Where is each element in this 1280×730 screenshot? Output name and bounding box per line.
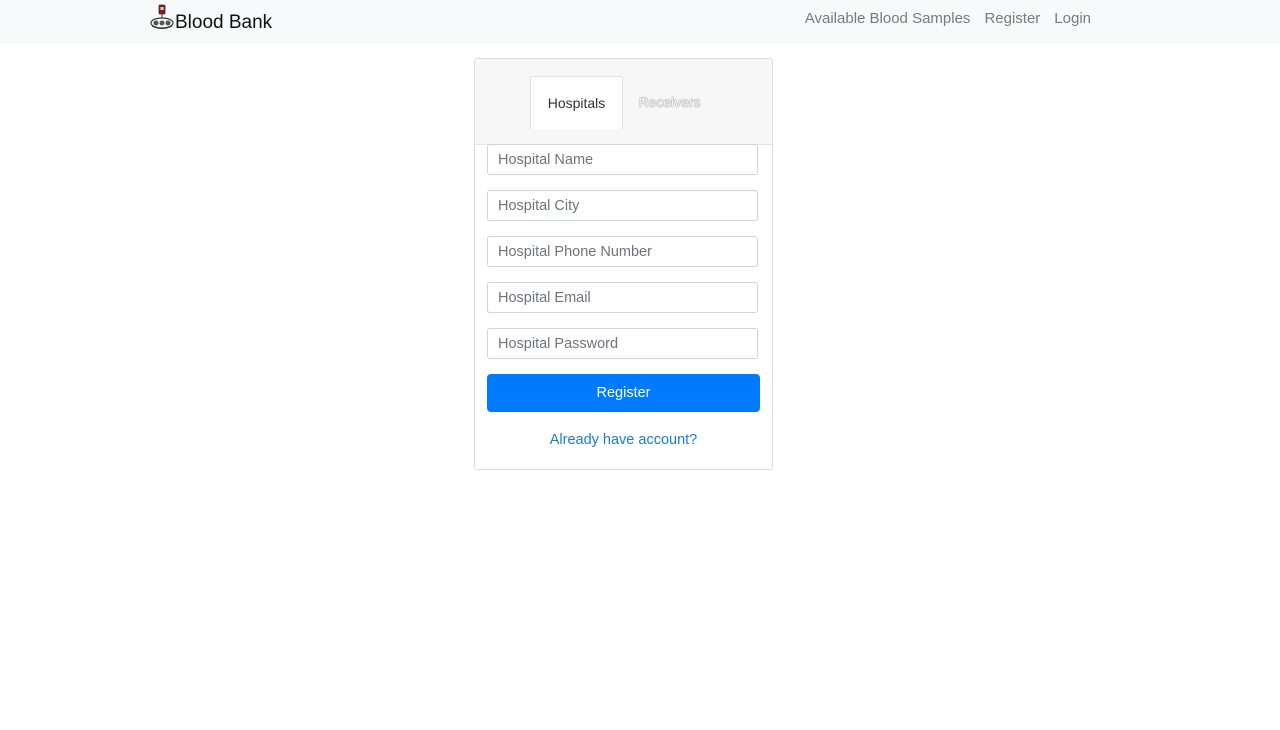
hospital-email-input[interactable] xyxy=(487,282,758,313)
tab-hospitals[interactable]: Hospitals xyxy=(530,76,623,129)
already-have-account-link[interactable]: Already have account? xyxy=(475,432,772,448)
hospital-phone-input[interactable] xyxy=(487,236,758,267)
brand-link[interactable]: Blood Bank xyxy=(150,3,272,39)
nav-link-available-blood-samples[interactable]: Available Blood Samples xyxy=(805,10,971,27)
blood-bank-logo-icon xyxy=(150,4,174,32)
nav-link-login[interactable]: Login xyxy=(1054,10,1091,27)
card-header-tabs: Hospitals Receivers xyxy=(475,59,772,145)
hospital-name-input[interactable] xyxy=(487,144,758,175)
register-card: Hospitals Receivers Register Already hav… xyxy=(474,58,773,470)
nav-links: Available Blood Samples Register Login xyxy=(791,0,1091,36)
hospital-city-input[interactable] xyxy=(487,190,758,221)
tab-receivers[interactable]: Receivers xyxy=(627,76,712,128)
register-button[interactable]: Register xyxy=(487,374,760,412)
nav-link-register[interactable]: Register xyxy=(984,10,1040,27)
hospital-password-input[interactable] xyxy=(487,328,758,359)
navbar: Blood Bank Available Blood Samples Regis… xyxy=(0,0,1280,44)
brand-name: Blood Bank xyxy=(175,12,273,33)
